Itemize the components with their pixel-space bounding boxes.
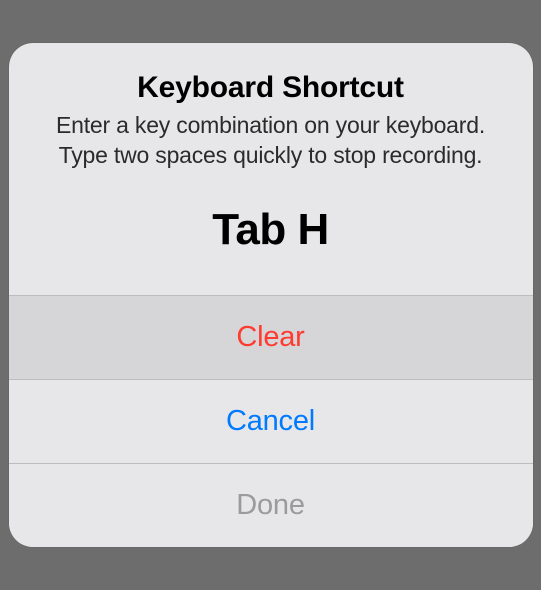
done-button[interactable]: Done <box>9 463 533 547</box>
cancel-button[interactable]: Cancel <box>9 379 533 463</box>
alert-title: Keyboard Shortcut <box>39 71 503 105</box>
alert-content: Keyboard Shortcut Enter a key combinatio… <box>9 43 533 295</box>
clear-button[interactable]: Clear <box>9 295 533 379</box>
keyboard-shortcut-alert: Keyboard Shortcut Enter a key combinatio… <box>9 43 533 547</box>
recorded-shortcut-value: Tab H <box>39 205 503 255</box>
alert-buttons: Clear Cancel Done <box>9 295 533 547</box>
alert-message: Enter a key combination on your keyboard… <box>39 111 503 171</box>
